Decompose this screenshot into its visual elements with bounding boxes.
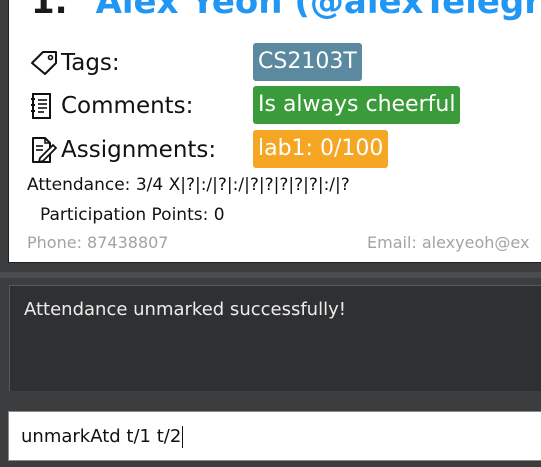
person-card[interactable]: 1. Alex Yeoh (@alexTelegram) Tags: CS2103… — [8, 0, 541, 263]
assignments-label: Assignments: — [61, 137, 217, 163]
comment-chip: Is always cheerful — [253, 86, 461, 124]
email-text: Email: alexyeoh@ex — [367, 233, 530, 252]
attendance-text: Attendance: 3/4 X|?|:/|?|:/|?|?|?|?|?|:/… — [27, 175, 350, 195]
assignment-chip: lab1: 0/100 — [253, 130, 389, 168]
tag-chip: CS2103T — [253, 43, 362, 81]
person-name: Alex Yeoh (@alexTelegram) — [95, 0, 541, 22]
tags-row: Tags: — [29, 43, 120, 83]
command-box[interactable]: unmarkAtd t/1 t/2 — [8, 411, 541, 461]
assignments-row: Assignments: — [29, 130, 216, 170]
result-message: Attendance unmarked successfully! — [24, 299, 346, 320]
person-title: 1. Alex Yeoh (@alexTelegram) — [31, 0, 541, 22]
command-input[interactable]: unmarkAtd t/1 t/2 — [21, 426, 184, 448]
tags-label: Tags: — [61, 50, 120, 76]
comments-label: Comments: — [61, 93, 194, 119]
notebook-icon — [29, 91, 61, 121]
result-display: Attendance unmarked successfully! — [9, 285, 541, 391]
person-index: 1. — [31, 0, 68, 22]
pane-divider[interactable] — [0, 272, 541, 278]
tag-icon — [29, 48, 61, 78]
phone-text: Phone: 87438807 — [27, 233, 169, 252]
participation-points: Participation Points: 0 — [40, 205, 225, 225]
comments-row: Comments: — [29, 86, 193, 126]
assignment-edit-icon — [29, 135, 61, 165]
